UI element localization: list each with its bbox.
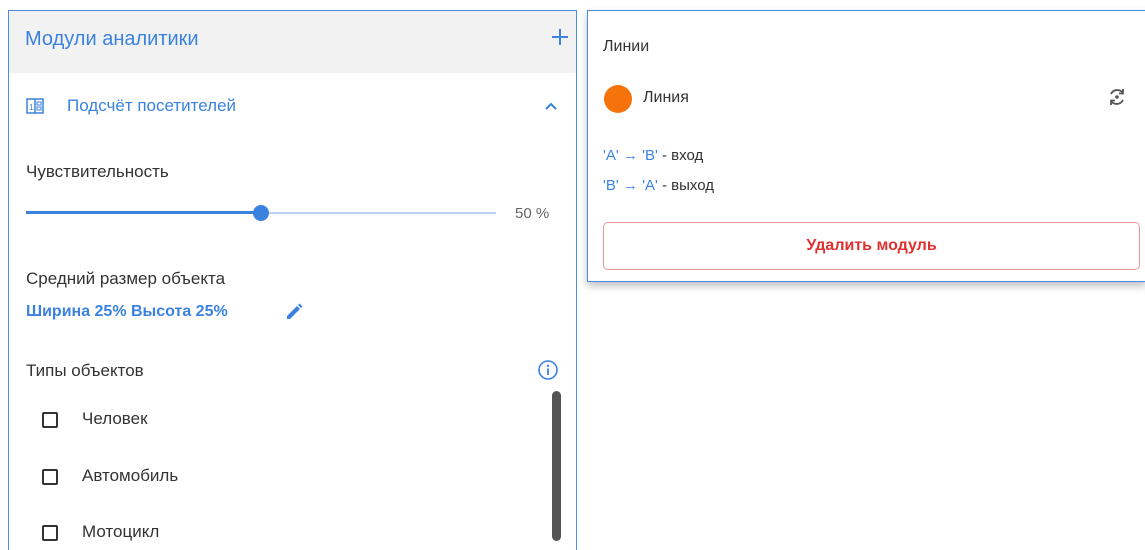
checkbox-label: Мотоцикл xyxy=(82,522,160,541)
pencil-icon[interactable] xyxy=(284,302,304,322)
sensitivity-value: 50 % xyxy=(515,205,550,222)
chevron-up-icon[interactable] xyxy=(544,101,558,111)
lines-title: Линии xyxy=(603,38,650,55)
line-color-dot[interactable] xyxy=(604,85,632,113)
direction-from: 'B' xyxy=(603,177,619,194)
direction-out: 'B' → 'A' - выход xyxy=(603,177,714,194)
checkbox[interactable] xyxy=(42,412,58,428)
svg-text:1: 1 xyxy=(29,103,34,112)
plus-icon[interactable] xyxy=(550,27,570,47)
panel-title: Модули аналитики xyxy=(25,28,199,50)
direction-text: - вход xyxy=(657,147,704,164)
avg-size-label: Средний размер объекта xyxy=(26,269,226,288)
direction-arrow: → xyxy=(622,147,638,164)
lines-panel: Линии Линия 'A' → 'B' - вход 'B' → 'A' -… xyxy=(587,10,1145,282)
scrollbar-thumb[interactable] xyxy=(552,391,561,541)
swap-icon[interactable] xyxy=(1106,86,1128,108)
direction-in: 'A' → 'B' - вход xyxy=(603,147,703,164)
section-title: Подсчёт посетителей xyxy=(67,96,237,115)
slider-fill xyxy=(26,211,261,214)
info-icon[interactable] xyxy=(537,359,559,381)
delete-module-button[interactable]: Удалить модуль xyxy=(603,222,1140,270)
object-types-label: Типы объектов xyxy=(26,361,144,380)
visitor-counter-section-header[interactable]: 1 Подсчёт посетителей xyxy=(9,91,576,127)
direction-text: - выход xyxy=(657,177,714,194)
line-name: Линия xyxy=(643,89,689,106)
direction-to: 'A' xyxy=(642,177,658,194)
checkbox[interactable] xyxy=(42,525,58,541)
avg-size-link[interactable]: Ширина 25% Высота 25% xyxy=(26,303,228,321)
direction-to: 'B' xyxy=(642,147,658,164)
analytics-modules-panel: Модули аналитики 1 Подсчёт посетителей Ч… xyxy=(8,10,577,550)
direction-from: 'A' xyxy=(603,147,619,164)
panel-header: Модули аналитики xyxy=(9,11,576,73)
counter-icon: 1 xyxy=(26,98,44,114)
sensitivity-slider[interactable] xyxy=(26,201,496,225)
checkbox-label: Автомобиль xyxy=(82,466,179,485)
direction-arrow: → xyxy=(622,177,638,194)
slider-thumb[interactable] xyxy=(253,205,269,221)
sensitivity-label: Чувствительность xyxy=(26,162,169,181)
checkbox[interactable] xyxy=(42,469,58,485)
checkbox-label: Человек xyxy=(82,409,148,428)
